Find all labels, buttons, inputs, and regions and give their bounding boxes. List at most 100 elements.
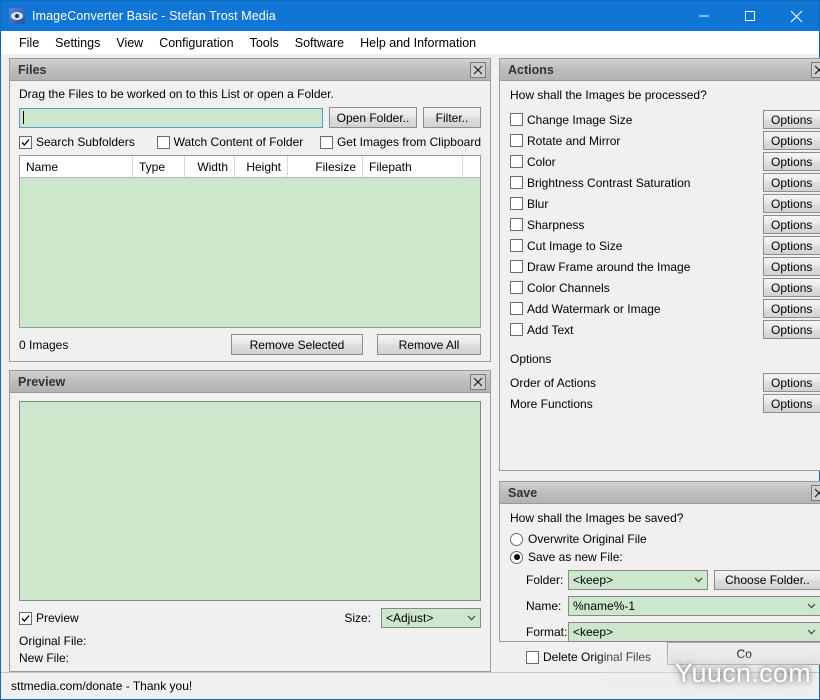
column-header-height[interactable]: Height	[235, 156, 288, 177]
path-input[interactable]	[19, 107, 323, 128]
checkbox-box	[319, 135, 333, 149]
close-icon[interactable]	[773, 1, 819, 31]
options-button-rotate-and-mirror[interactable]: Options	[762, 131, 820, 150]
preview-image-area[interactable]	[19, 401, 481, 601]
preview-checkbox[interactable]: Preview	[19, 611, 344, 625]
action-rotate-and-mirror[interactable]: Rotate and Mirror Options	[510, 130, 820, 151]
files-panel: Files Drag the Files to be worked on to …	[9, 58, 491, 362]
checkbox-box[interactable]	[510, 197, 523, 210]
remove-selected-button[interactable]: Remove Selected	[231, 334, 363, 355]
file-list[interactable]: Name Type Width Height Filesize Filepath	[19, 155, 481, 328]
order-of-actions-row[interactable]: Order of Actions Options	[510, 372, 820, 393]
action-change-image-size[interactable]: Change Image Size Options	[510, 109, 820, 130]
menu-item-help-and-information[interactable]: Help and Information	[352, 34, 484, 52]
options-button-blur[interactable]: Options	[762, 194, 820, 213]
action-color-channels[interactable]: Color Channels Options	[510, 277, 820, 298]
action-sharpness[interactable]: Sharpness Options	[510, 214, 820, 235]
action-draw-frame-around-the-image[interactable]: Draw Frame around the Image Options	[510, 256, 820, 277]
options-button-sharpness[interactable]: Options	[762, 215, 820, 234]
convert-button[interactable]: Co	[666, 642, 820, 665]
column-header-filesize[interactable]: Filesize	[288, 156, 363, 177]
size-select[interactable]: <Adjust>	[381, 608, 481, 628]
panel-close-icon[interactable]	[470, 61, 486, 78]
action-label: Brightness Contrast Saturation	[527, 175, 691, 190]
search-subfolders-label: Search Subfolders	[36, 135, 135, 149]
column-header-filepath[interactable]: Filepath	[363, 156, 463, 177]
checkbox-box	[156, 135, 170, 149]
radio-overwrite-label: Overwrite Original File	[528, 532, 647, 546]
action-brightness-contrast-saturation[interactable]: Brightness Contrast Saturation Options	[510, 172, 820, 193]
preview-panel: Preview Preview Size: <Adjust> Original …	[9, 370, 491, 672]
options-button-order-of-actions[interactable]: Options	[762, 373, 820, 392]
options-button-color-channels[interactable]: Options	[762, 278, 820, 297]
checkbox-box[interactable]	[510, 176, 523, 189]
action-label: Sharpness	[527, 217, 585, 232]
bottom-action-bar: Co	[499, 642, 820, 672]
options-button-change-image-size[interactable]: Options	[762, 110, 820, 129]
name-row: Name: %name%-1	[510, 596, 820, 616]
preview-footer: Preview Size: <Adjust> Original File: Ne…	[19, 608, 481, 665]
options-button-more-functions[interactable]: Options	[762, 394, 820, 413]
checkbox-box[interactable]	[510, 260, 523, 273]
preview-checkbox-label: Preview	[36, 611, 79, 625]
remove-all-button[interactable]: Remove All	[377, 334, 481, 355]
open-folder-button[interactable]: Open Folder..	[329, 107, 417, 128]
action-cut-image-to-size[interactable]: Cut Image to Size Options	[510, 235, 820, 256]
checkbox-box[interactable]	[510, 113, 523, 126]
options-button-cut-image-to-size[interactable]: Options	[762, 236, 820, 255]
order-of-actions-label: Order of Actions	[510, 375, 597, 390]
menu-item-tools[interactable]: Tools	[242, 34, 287, 52]
folder-select[interactable]: <keep>	[568, 570, 708, 590]
checkbox-box[interactable]	[510, 218, 523, 231]
choose-folder-button[interactable]: Choose Folder..	[714, 570, 820, 590]
action-add-watermark-or-image[interactable]: Add Watermark or Image Options	[510, 298, 820, 319]
format-select[interactable]: <keep>	[568, 622, 820, 642]
action-add-text[interactable]: Add Text Options	[510, 319, 820, 340]
column-header-type[interactable]: Type	[133, 156, 185, 177]
radio-save-as-new-file[interactable]: Save as new File:	[510, 550, 820, 564]
column-header-width[interactable]: Width	[185, 156, 235, 177]
format-select-value: <keep>	[573, 625, 614, 639]
actions-panel-title: Actions	[508, 62, 554, 77]
options-button-color[interactable]: Options	[762, 152, 820, 171]
chevron-down-icon	[690, 577, 707, 583]
options-button-add-watermark-or-image[interactable]: Options	[762, 299, 820, 318]
checkbox-box[interactable]	[510, 281, 523, 294]
minimize-icon[interactable]	[681, 1, 727, 31]
radio-dot	[513, 554, 520, 560]
column-header-name[interactable]: Name	[20, 156, 133, 177]
panel-close-icon[interactable]	[810, 484, 820, 501]
actions-panel-body: How shall the Images be processed? Chang…	[500, 81, 820, 470]
panel-close-icon[interactable]	[810, 61, 820, 78]
options-button-brightness-contrast-saturation[interactable]: Options	[762, 173, 820, 192]
options-button-draw-frame-around-the-image[interactable]: Options	[762, 257, 820, 276]
menu-item-file[interactable]: File	[11, 34, 47, 52]
menu-item-software[interactable]: Software	[287, 34, 352, 52]
checkbox-box[interactable]	[510, 134, 523, 147]
action-label: Blur	[527, 196, 549, 211]
more-functions-row[interactable]: More Functions Options	[510, 393, 820, 414]
menu-item-configuration[interactable]: Configuration	[151, 34, 241, 52]
folder-label: Folder:	[526, 573, 564, 587]
panel-close-icon[interactable]	[470, 373, 486, 390]
files-panel-title: Files	[18, 62, 47, 77]
menu-bar: File Settings View Configuration Tools S…	[1, 31, 819, 54]
maximize-icon[interactable]	[727, 1, 773, 31]
action-color[interactable]: Color Options	[510, 151, 820, 172]
name-select[interactable]: %name%-1	[568, 596, 820, 616]
menu-item-settings[interactable]: Settings	[47, 34, 108, 52]
checkbox-box[interactable]	[510, 302, 523, 315]
checkbox-box[interactable]	[510, 239, 523, 252]
menu-item-view[interactable]: View	[108, 34, 151, 52]
checkbox-box[interactable]	[510, 155, 523, 168]
radio-overwrite-original-file[interactable]: Overwrite Original File	[510, 532, 820, 546]
search-subfolders-checkbox[interactable]: Search Subfolders	[19, 135, 157, 149]
action-blur[interactable]: Blur Options	[510, 193, 820, 214]
get-images-from-clipboard-checkbox[interactable]: Get Images from Clipboard	[319, 135, 481, 149]
filter-button[interactable]: Filter..	[423, 107, 481, 128]
file-list-body[interactable]	[20, 178, 480, 327]
checkbox-box[interactable]	[510, 323, 523, 336]
options-button-add-text[interactable]: Options	[762, 320, 820, 339]
files-panel-header: Files	[10, 59, 490, 81]
watch-content-of-folder-checkbox[interactable]: Watch Content of Folder	[156, 135, 320, 149]
